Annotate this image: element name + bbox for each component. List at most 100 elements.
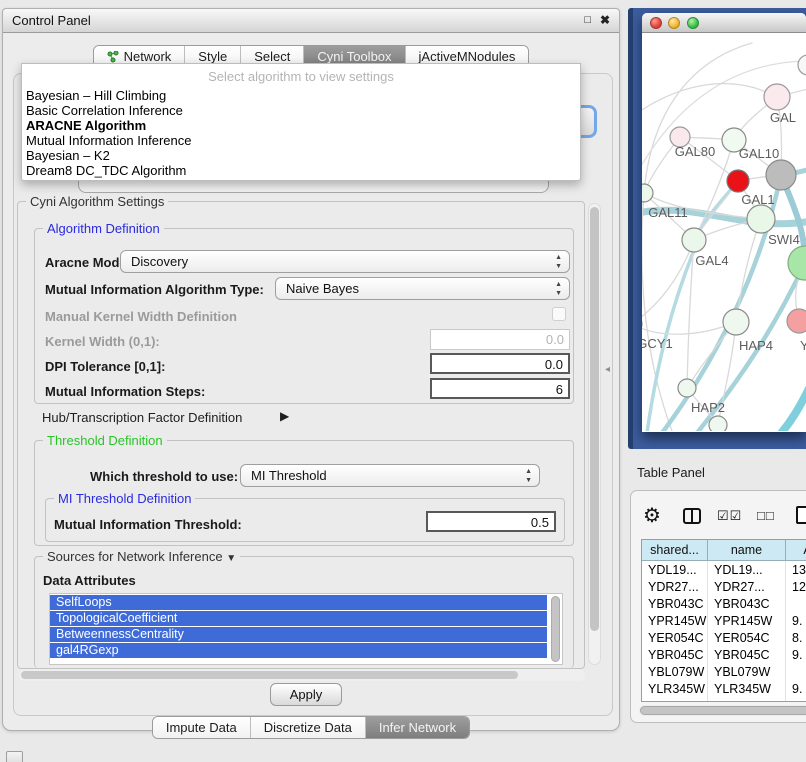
- algorithm-definition-group: Algorithm Definition Aracne Mode: Discov…: [34, 228, 574, 404]
- node-attribute-table[interactable]: shared...nameA YDL19...YDL19...13YDR27..…: [641, 539, 806, 702]
- combo-arrows-icon: ▲▼: [555, 253, 562, 271]
- apply-button[interactable]: Apply: [270, 683, 342, 706]
- network-canvas[interactable]: GALGAL80GAL10GAL1GAL11SWI4GAL4GCY1HAP4YH…: [642, 33, 806, 431]
- node-pink-top[interactable]: [764, 84, 790, 110]
- algorithm-item-aracne-algorithm[interactable]: ARACNE Algorithm: [22, 118, 580, 133]
- table-cell: 9.: [786, 680, 806, 697]
- node-label-gal11: GAL11: [648, 205, 688, 220]
- show-columns-icon[interactable]: [683, 508, 701, 524]
- network-edge[interactable]: [642, 84, 777, 113]
- algorithm-dropdown-list[interactable]: Select algorithm to view settings Bayesi…: [21, 63, 581, 181]
- algorithm-item-bayesian-k2[interactable]: Bayesian – K2: [22, 148, 580, 163]
- mi-threshold-field[interactable]: 0.5: [426, 511, 556, 532]
- attribute-item-selfloops[interactable]: SelfLoops: [50, 595, 547, 611]
- minimized-panel-icon[interactable]: [6, 751, 23, 762]
- table-panel-title: Table Panel: [637, 465, 705, 480]
- node-gal1[interactable]: [747, 205, 775, 233]
- close-panel-icon[interactable]: ✖: [600, 13, 610, 27]
- table-cell: [786, 663, 806, 680]
- attribute-item-betweennesscentrality[interactable]: BetweennessCentrality: [50, 627, 547, 643]
- splitter-collapse-icon[interactable]: ◂: [605, 364, 610, 375]
- hub-expand-arrow-icon[interactable]: ▶: [280, 409, 289, 423]
- node[interactable]: [798, 55, 806, 75]
- algorithm-item-mutual-information-inference[interactable]: Mutual Information Inference: [22, 133, 580, 148]
- node-gal4[interactable]: [682, 228, 706, 252]
- algorithm-item-dream8-dc-tdc-algorithm[interactable]: Dream8 DC_TDC Algorithm: [22, 163, 580, 178]
- table-cell: YDL19...: [708, 561, 786, 578]
- tab-label: Network: [124, 49, 172, 64]
- bottom-tab-discretize-data[interactable]: Discretize Data: [250, 717, 365, 738]
- table-settings-gear-icon[interactable]: ⚙: [643, 503, 661, 528]
- table-cell: 8.: [786, 629, 806, 646]
- export-table-icon[interactable]: [796, 506, 806, 524]
- combo-arrows-icon: ▲▼: [525, 467, 532, 485]
- node-bottom[interactable]: [709, 416, 727, 431]
- column-header-a[interactable]: A: [786, 540, 806, 561]
- table-cell: YPR145W: [708, 612, 786, 629]
- kernel-width-field[interactable]: 0.0: [430, 329, 570, 350]
- algorithm-item-basic-correlation-inference[interactable]: Basic Correlation Inference: [22, 103, 580, 118]
- table-row[interactable]: YBR045CYBR045C9.: [642, 646, 806, 663]
- attributes-list-scrollbar[interactable]: [551, 596, 560, 662]
- bottom-tab-impute-data[interactable]: Impute Data: [153, 717, 250, 738]
- column-header-shared[interactable]: shared...: [642, 540, 708, 561]
- network-window[interactable]: GALGAL80GAL10GAL1GAL11SWI4GAL4GCY1HAP4YH…: [642, 13, 806, 432]
- table-row[interactable]: YBL079WYBL079W: [642, 663, 806, 680]
- node-label-gal1: GAL1: [741, 192, 774, 207]
- node-hap4[interactable]: [723, 309, 749, 335]
- network-edge[interactable]: [736, 219, 761, 322]
- table-cell: YER054C: [642, 629, 708, 646]
- minimize-window-button[interactable]: [668, 17, 680, 29]
- network-edge[interactable]: [778, 378, 806, 431]
- network-edge[interactable]: [642, 240, 694, 324]
- table-cell: YIL053C: [708, 697, 786, 702]
- table-cell: 12: [786, 578, 806, 595]
- attribute-item-gal4rgexp[interactable]: gal4RGexp: [50, 643, 547, 659]
- table-row[interactable]: YLR345WYLR345W9.: [642, 680, 806, 697]
- dpi-tolerance-field[interactable]: 0.0: [430, 353, 570, 374]
- sources-group-title[interactable]: Sources for Network Inference ▼: [43, 549, 240, 564]
- hub-definition-label[interactable]: Hub/Transcription Factor Definition: [42, 410, 242, 425]
- mi-steps-field[interactable]: 6: [430, 378, 570, 399]
- close-window-button[interactable]: [650, 17, 662, 29]
- attribute-item-topologicalcoefficient[interactable]: TopologicalCoefficient: [50, 611, 547, 627]
- which-threshold-select[interactable]: MI Threshold ▲▼: [240, 464, 540, 487]
- table-row[interactable]: YIL053CYIL053C0: [642, 697, 806, 702]
- table-cell: 0: [786, 697, 806, 702]
- settings-vertical-scrollbar[interactable]: [588, 203, 601, 665]
- algorithm-item-bayesian-hill-climbing[interactable]: Bayesian – Hill Climbing: [22, 88, 580, 103]
- table-horizontal-scrollbar[interactable]: [639, 705, 806, 716]
- table-row[interactable]: YDL19...YDL19...13: [642, 561, 806, 578]
- manual-kernel-checkbox[interactable]: [552, 307, 566, 321]
- node-big-green[interactable]: [788, 246, 806, 280]
- control-panel-titlebar: Control Panel □ ✖: [3, 9, 619, 33]
- table-row[interactable]: YER054CYER054C8.: [642, 629, 806, 646]
- node-gray[interactable]: [766, 160, 796, 190]
- node-red[interactable]: [727, 170, 749, 192]
- mi-threshold-label: Mutual Information Threshold:: [54, 517, 242, 532]
- table-cell: YBL079W: [708, 663, 786, 680]
- table-cell: [786, 595, 806, 612]
- zoom-window-button[interactable]: [687, 17, 699, 29]
- bottom-tab-infer-network[interactable]: Infer Network: [365, 717, 469, 738]
- aracne-mode-select[interactable]: Discovery ▲▼: [120, 250, 570, 273]
- node-label-gal4: GAL4: [695, 253, 728, 268]
- which-threshold-value: MI Threshold: [251, 468, 327, 483]
- settings-horizontal-scrollbar[interactable]: [19, 669, 585, 681]
- node-hap2[interactable]: [678, 379, 696, 397]
- float-window-icon[interactable]: □: [584, 14, 591, 26]
- select-all-columns-icon[interactable]: ☑☑: [717, 508, 742, 524]
- node-pink-right[interactable]: [787, 309, 806, 333]
- table-cell: YER054C: [708, 629, 786, 646]
- mi-algorithm-type-select[interactable]: Naive Bayes ▲▼: [275, 277, 570, 300]
- node-label-hap2: HAP2: [691, 400, 725, 415]
- data-attributes-list[interactable]: SelfLoopsTopologicalCoefficientBetweenne…: [49, 593, 563, 665]
- table-row[interactable]: YBR043CYBR043C: [642, 595, 806, 612]
- dpi-tolerance-label: DPI Tolerance [0,1]:: [45, 359, 165, 374]
- table-row[interactable]: YPR145WYPR145W9.: [642, 612, 806, 629]
- node-label-gal: GAL: [770, 110, 796, 125]
- unselect-all-columns-icon[interactable]: □□: [757, 508, 775, 523]
- table-row[interactable]: YDR27...YDR27...12: [642, 578, 806, 595]
- column-header-name[interactable]: name: [708, 540, 786, 561]
- sources-collapse-arrow-icon: ▼: [226, 553, 236, 564]
